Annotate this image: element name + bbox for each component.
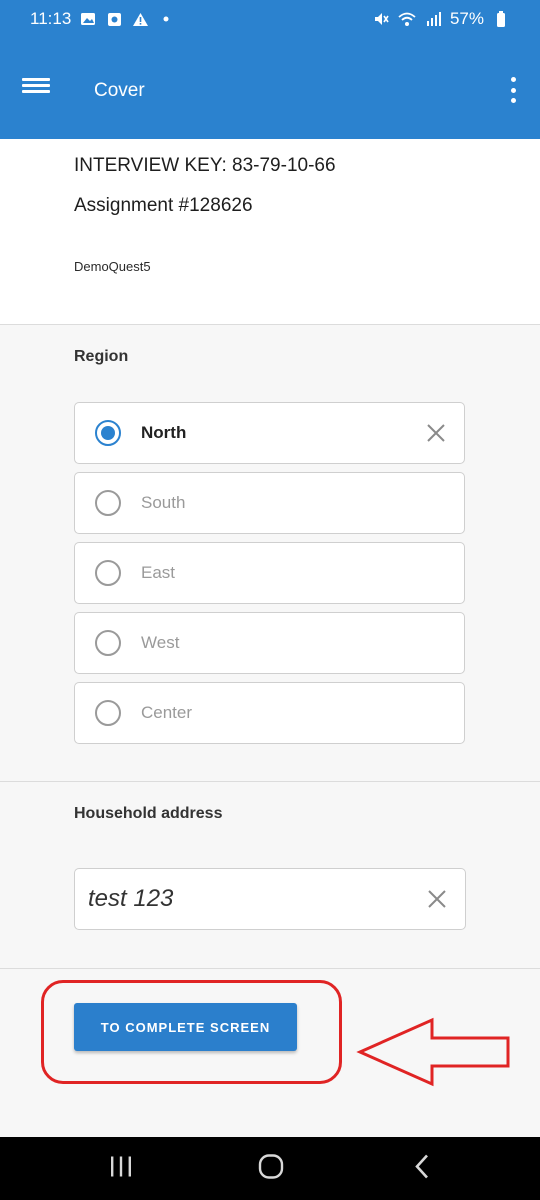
assignment-number: Assignment #128626 [74,195,253,216]
region-option-north[interactable]: North [74,402,465,464]
radio-unchecked-icon[interactable] [95,490,121,516]
region-option-south[interactable]: South [74,472,465,534]
region-title: Region [74,348,129,365]
home-icon[interactable] [258,1153,284,1184]
dot-icon [157,10,175,28]
recent-apps-icon[interactable] [109,1155,133,1182]
clear-icon[interactable] [425,887,449,911]
region-option-west[interactable]: West [74,612,465,674]
questionnaire-name: DemoQuest5 [74,259,151,274]
option-label: West [141,633,180,652]
app-icon [105,10,123,28]
status-right: 57% [372,9,510,29]
status-time: 11:13 [30,9,72,28]
system-nav-bar [0,1137,540,1200]
annotation-arrow-icon [356,1017,510,1087]
back-icon[interactable] [413,1153,431,1184]
option-label: North [141,423,187,442]
more-options-icon[interactable] [508,77,518,103]
option-label: South [141,493,186,512]
status-left: 11:13 [30,9,175,29]
image-icon [79,10,97,28]
option-label: East [141,563,176,582]
region-question: Region North South East West Center [0,326,540,782]
app-bar: Cover [0,38,540,139]
address-value[interactable]: test 123 [88,885,173,913]
menu-icon[interactable] [22,75,50,103]
status-bar: 11:13 57% [0,0,540,38]
region-option-center[interactable]: Center [74,682,465,744]
radio-unchecked-icon[interactable] [95,700,121,726]
to-complete-screen-button[interactable]: TO COMPLETE SCREEN [74,1003,297,1051]
interview-key: INTERVIEW KEY: 83-79-10-66 [74,155,336,176]
radio-unchecked-icon[interactable] [95,560,121,586]
household-address-input[interactable]: test 123 [74,868,466,930]
signal-icon [424,10,442,28]
warning-icon [131,10,149,28]
wifi-icon [398,10,416,28]
battery-percent: 57% [449,9,484,28]
address-title: Household address [74,805,223,822]
mute-icon [372,10,390,28]
page-title: Cover [94,80,145,101]
option-label: Center [141,703,193,722]
region-option-east[interactable]: East [74,542,465,604]
radio-checked-icon[interactable] [95,420,121,446]
battery-icon [492,10,510,28]
address-question: Household address test 123 [0,783,540,969]
clear-icon[interactable] [424,421,448,445]
cover-info: INTERVIEW KEY: 83-79-10-66 Assignment #1… [0,139,540,325]
radio-unchecked-icon[interactable] [95,630,121,656]
